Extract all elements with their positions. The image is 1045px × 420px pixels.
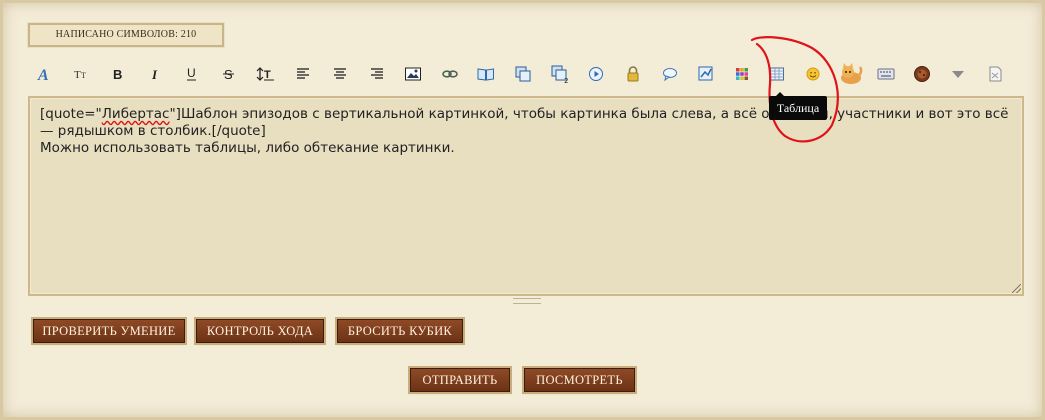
resize-grip-icon[interactable]: [1012, 284, 1021, 293]
italic-icon[interactable]: I: [144, 63, 166, 85]
align-left-icon[interactable]: [292, 63, 314, 85]
table-icon[interactable]: [766, 63, 788, 85]
table-tooltip: Таблица: [769, 96, 827, 120]
copy-icon[interactable]: [512, 63, 534, 85]
turn-control-label: КОНТРОЛЬ ХОДА: [206, 324, 314, 338]
text-height-icon[interactable]: T: [255, 63, 277, 85]
quote-body: "]Шаблон эпизодов с вертикальной картинк…: [40, 106, 1013, 139]
font-size-icon[interactable]: TT: [71, 63, 93, 85]
roll-dice-button[interactable]: БРОСИТЬ КУБИК: [335, 317, 465, 345]
image-icon[interactable]: [402, 63, 424, 85]
bold-icon[interactable]: B: [107, 63, 129, 85]
strikethrough-icon[interactable]: S: [218, 63, 240, 85]
character-counter: НАПИСАНО СИМВОЛОВ: 210: [28, 23, 224, 47]
submit-button[interactable]: ОТПРАВИТЬ: [408, 366, 512, 394]
smiley-icon[interactable]: [802, 63, 824, 85]
quote-open-tag: [quote=": [40, 106, 102, 122]
cookie-icon[interactable]: [911, 63, 933, 85]
check-skill-button[interactable]: ПРОВЕРИТЬ УМЕНИЕ: [31, 317, 187, 345]
underline-icon[interactable]: U: [181, 63, 203, 85]
preview-label: ПОСМОТРЕТЬ: [536, 373, 623, 387]
chart-icon[interactable]: [695, 63, 717, 85]
message-line-2: Можно использовать таблицы, либо обтекан…: [40, 140, 455, 156]
dropdown-arrow-icon[interactable]: [947, 63, 969, 85]
link-icon[interactable]: [439, 63, 461, 85]
clear-icon[interactable]: [984, 63, 1006, 85]
editor-toolbar: A TT B I U S T 2: [33, 63, 1013, 85]
quote-author: Либертас: [101, 106, 170, 122]
svg-text:I: I: [151, 67, 158, 82]
speech-bubble-icon[interactable]: [659, 63, 681, 85]
svg-text:U: U: [187, 66, 196, 80]
svg-text:2: 2: [564, 77, 568, 84]
character-counter-text: НАПИСАНО СИМВОЛОВ: 210: [55, 29, 197, 40]
message-textarea[interactable]: [quote="Либертас"]Шаблон эпизодов с верт…: [28, 96, 1024, 296]
message-text: [quote="Либертас"]Шаблон эпизодов с верт…: [40, 106, 1010, 157]
book-icon[interactable]: [475, 63, 497, 85]
roll-dice-label: БРОСИТЬ КУБИК: [347, 324, 453, 338]
svg-text:A: A: [37, 67, 49, 83]
check-skill-label: ПРОВЕРИТЬ УМЕНИЕ: [42, 324, 176, 338]
svg-text:B: B: [113, 67, 122, 82]
keyboard-icon[interactable]: [875, 63, 897, 85]
align-right-icon[interactable]: [366, 63, 388, 85]
align-center-icon[interactable]: [329, 63, 351, 85]
svg-text:T: T: [81, 71, 86, 80]
play-icon[interactable]: [585, 63, 607, 85]
svg-text:T: T: [264, 69, 271, 81]
turn-control-button[interactable]: КОНТРОЛЬ ХОДА: [194, 317, 326, 345]
svg-text:T: T: [74, 69, 81, 81]
submit-label: ОТПРАВИТЬ: [422, 373, 498, 387]
lock-icon[interactable]: [622, 63, 644, 85]
color-palette-icon[interactable]: [731, 63, 753, 85]
cat-icon[interactable]: [836, 63, 864, 85]
font-icon[interactable]: A: [33, 63, 55, 85]
tooltip-text: Таблица: [776, 101, 820, 115]
textarea-drag-handle[interactable]: [513, 298, 541, 304]
preview-button[interactable]: ПОСМОТРЕТЬ: [522, 366, 637, 394]
copy-2-icon[interactable]: 2: [549, 63, 571, 85]
